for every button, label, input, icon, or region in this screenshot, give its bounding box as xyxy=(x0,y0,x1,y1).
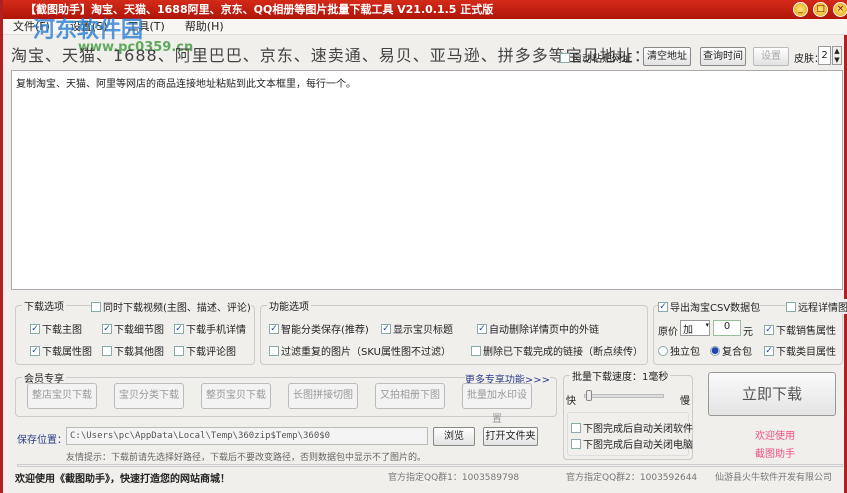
clear-button[interactable]: 清空地址 xyxy=(643,47,691,66)
status-qq1: 官方指定QQ群1：1003589798 xyxy=(388,473,520,483)
url-label: 淘宝、天猫、1688、阿里巴巴、京东、速卖通、易贝、亚马逊、拼多多等宝贝地址： xyxy=(11,46,651,65)
main-image-checkbox[interactable]: ✓ 下载主图 xyxy=(30,321,82,336)
skin-spinner[interactable]: ▲ ▼ xyxy=(832,46,842,65)
status-company: 仙游县火牛软件开发有限公司 xyxy=(715,473,833,483)
smart-save-checkbox[interactable]: ✓ 智能分类保存(推荐) xyxy=(269,321,369,336)
category-download-button[interactable]: 宝贝分类下载 xyxy=(114,383,184,409)
price-input[interactable]: 0 xyxy=(713,320,741,336)
slow-label: 慢 xyxy=(680,396,690,407)
promo-name: 截图助手 xyxy=(755,449,795,460)
member-group: 会员专享 更多专享功能>>> 整店宝贝下载 宝贝分类下载 整页宝贝下载 长图拼接… xyxy=(15,370,557,425)
unit-label: 元 xyxy=(743,327,753,338)
remote-detail-checkbox[interactable]: 远程详情图 xyxy=(786,299,847,314)
sales-attr-checkbox[interactable]: ✓ 下载销售属性 xyxy=(764,322,836,337)
long-image-button[interactable]: 长图拼接切图 xyxy=(288,383,358,409)
download-options-group: 下载选项 同时下载视频(主图、描述、评论) ✓ 下载主图 ✓ 下载细节图 ✓ 下载手机… xyxy=(15,298,255,365)
price-op-select[interactable]: 加 ▾ xyxy=(680,320,710,336)
attr-image-checkbox[interactable]: ✓ 下载属性图 xyxy=(30,343,92,358)
fast-label: 快 xyxy=(566,396,576,407)
status-qq2: 官方指定QQ群2：1003592644 xyxy=(566,473,698,483)
remove-links-checkbox[interactable]: ✓ 自动删除详情页中的外链 xyxy=(477,321,599,336)
close-button[interactable]: × xyxy=(833,2,847,17)
price-label: 原价 xyxy=(658,327,678,338)
category-attr-checkbox[interactable]: ✓ 下载类目属性 xyxy=(764,343,836,358)
auto-paste-checkbox[interactable]: 自动粘贴网址 xyxy=(560,50,632,65)
page-download-button[interactable]: 整页宝贝下载 xyxy=(201,383,271,409)
speed-slider-thumb[interactable] xyxy=(586,390,592,401)
function-options-group: 功能选项 ✓ 智能分类保存(推荐) ✓ 显示宝贝标题 ✓ 自动删除详情页中的外链 过滤… xyxy=(260,298,648,365)
video-checkbox[interactable]: 同时下载视频(主图、描述、评论) xyxy=(91,299,251,314)
status-welcome: 欢迎使用《截图助手》，快速打造您的网站商城！ xyxy=(15,474,230,485)
delete-done-checkbox[interactable]: 删除已下载完成的链接（断点续传） xyxy=(471,343,643,358)
open-folder-button[interactable]: 打开文件夹 xyxy=(483,427,538,446)
query-time-button[interactable]: 查询时间 xyxy=(700,47,746,66)
save-path-input[interactable]: C:\Users\pc\AppData\Local\Temp\360zip$Te… xyxy=(66,427,428,445)
close-app-checkbox[interactable]: 下图完成后自动关闭软件 xyxy=(571,420,693,435)
settings-button[interactable]: 设置 xyxy=(753,47,789,66)
minimize-button[interactable]: _ xyxy=(793,2,808,17)
browse-button[interactable]: 浏览 xyxy=(433,427,475,446)
youpai-button[interactable]: 又拍相册下图 xyxy=(375,383,445,409)
promo-welcome: 欢迎使用 xyxy=(755,431,795,442)
menu-help[interactable]: 帮助(H) xyxy=(185,19,224,34)
progress-bar xyxy=(17,464,843,467)
detail-image-checkbox[interactable]: ✓ 下载细节图 xyxy=(102,321,164,336)
csv-group: ✓ 导出淘宝CSV数据包 远程详情图 原价 加 ▾ 0 元 ✓ 下载销售属性 独立包 … xyxy=(653,299,847,365)
download-now-button[interactable]: 立即下载 xyxy=(708,372,836,416)
shutdown-checkbox[interactable]: 下图完成后自动关闭电脑 xyxy=(571,436,693,451)
group-title: 功能选项 xyxy=(267,298,311,313)
mobile-detail-checkbox[interactable]: ✓ 下载手机详情 xyxy=(174,321,246,336)
speed-slider[interactable] xyxy=(584,394,664,398)
review-image-checkbox[interactable]: 下载评论图 xyxy=(174,343,236,358)
filter-dup-checkbox[interactable]: 过滤重复的图片（SKU属性图不过滤） xyxy=(269,343,451,358)
skin-input[interactable]: 2 xyxy=(818,46,831,65)
watermark-button[interactable]: 批量加水印设置 xyxy=(462,383,532,425)
single-pack-radio[interactable]: 独立包 xyxy=(658,343,700,358)
show-title-checkbox[interactable]: ✓ 显示宝贝标题 xyxy=(381,321,453,336)
speed-group: 批量下载速度：1毫秒 快 慢 下图完成后自动关闭软件 下图完成后自动关闭电脑 xyxy=(563,368,693,460)
group-title: 批量下载速度：1毫秒 xyxy=(570,368,671,383)
group-title: 下载选项 xyxy=(22,298,66,313)
other-image-checkbox[interactable]: 下载其他图 xyxy=(102,343,164,358)
url-textarea[interactable]: 复制淘宝、天猫、阿里等网店的商品连接地址粘贴到此文本框里，每行一个。 xyxy=(11,70,843,290)
combined-pack-radio[interactable]: ● 复合包 xyxy=(710,343,752,358)
export-csv-checkbox[interactable]: ✓ 导出淘宝CSV数据包 xyxy=(658,299,761,314)
save-label: 保存位置： xyxy=(17,435,67,446)
maximize-button[interactable]: □ xyxy=(813,2,828,17)
shop-download-button[interactable]: 整店宝贝下载 xyxy=(27,383,97,409)
save-tip: 友情提示：下载前请先选择好路径，下载后不要改变路径，否则数据包中显示不了图片的。 xyxy=(66,453,427,463)
